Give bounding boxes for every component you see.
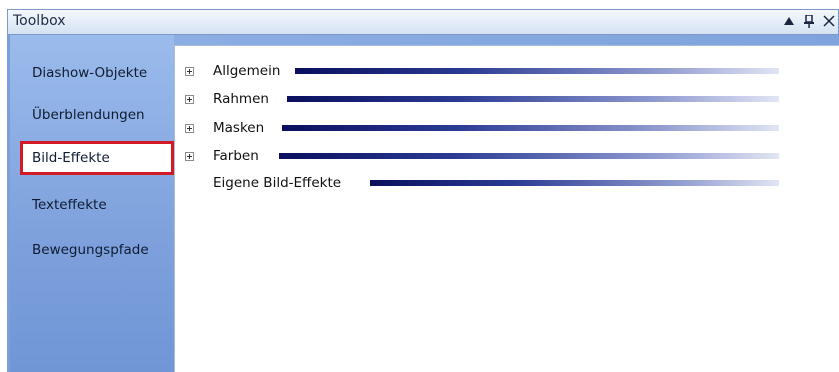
- expand-plus-icon[interactable]: [185, 66, 194, 76]
- sidebar-item-label: Bild-Effekte: [32, 150, 110, 166]
- triangle-up-icon[interactable]: [782, 13, 796, 29]
- toolbox-body: Diashow-Objekte Überblendungen Bild-Effe…: [7, 35, 839, 372]
- group-row-farben[interactable]: Farben: [175, 146, 835, 166]
- group-label: Rahmen: [213, 91, 269, 107]
- group-header-bar: [370, 180, 779, 186]
- window-title: Toolbox: [13, 13, 66, 29]
- group-row-allgemein[interactable]: Allgemein: [175, 61, 835, 81]
- pin-icon[interactable]: [802, 13, 816, 29]
- sidebar-item-label: Überblendungen: [32, 107, 145, 123]
- sidebar-item-label: Bewegungspfade: [32, 242, 149, 258]
- sidebar-item-label: Diashow-Objekte: [32, 65, 148, 81]
- title-bar: Toolbox: [7, 9, 839, 35]
- sidebar-item-bild-effekte[interactable]: Bild-Effekte: [20, 141, 174, 175]
- group-label: Masken: [213, 120, 265, 136]
- close-icon[interactable]: [822, 13, 836, 29]
- expand-plus-icon[interactable]: [185, 123, 194, 133]
- group-row-eigene-bild-effekte[interactable]: Eigene Bild-Effekte: [175, 173, 835, 193]
- sidebar-item-ueberblendungen[interactable]: Überblendungen: [20, 98, 174, 132]
- toolbox-window: Toolbox Diashow-Objekte Überblendungen B…: [0, 0, 839, 372]
- group-label: Farben: [213, 148, 259, 164]
- group-header-bar: [282, 125, 779, 131]
- sidebar-item-label: Texteffekte: [32, 197, 107, 213]
- group-header-bar: [287, 96, 779, 102]
- group-label: Allgemein: [213, 63, 281, 79]
- sidebar-item-diashow-objekte[interactable]: Diashow-Objekte: [20, 56, 174, 90]
- effects-list-panel: Allgemein Rahmen Masken Farben Eigene Bi…: [174, 45, 839, 372]
- title-buttons: [782, 13, 836, 29]
- group-row-rahmen[interactable]: Rahmen: [175, 89, 835, 109]
- group-header-bar: [295, 68, 779, 74]
- expand-plus-icon[interactable]: [185, 94, 194, 104]
- group-header-bar: [279, 153, 779, 159]
- group-row-masken[interactable]: Masken: [175, 118, 835, 138]
- sidebar-item-bewegungspfade[interactable]: Bewegungspfade: [20, 233, 174, 267]
- sidebar-item-texteffekte[interactable]: Texteffekte: [20, 188, 174, 222]
- group-label: Eigene Bild-Effekte: [213, 175, 342, 191]
- expand-plus-icon[interactable]: [185, 151, 194, 161]
- category-sidebar: Diashow-Objekte Überblendungen Bild-Effe…: [7, 35, 174, 372]
